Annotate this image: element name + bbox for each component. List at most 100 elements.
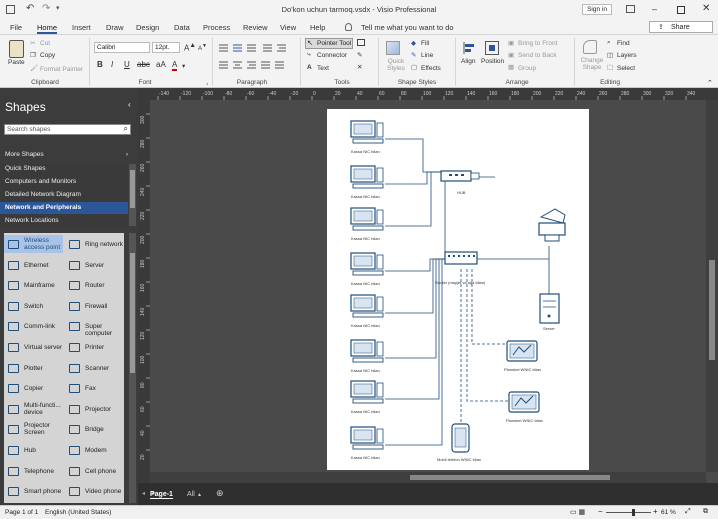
quick-styles-icon[interactable] [386, 41, 400, 55]
projector-screen-icon[interactable] [8, 425, 19, 435]
wireless-access-point-icon[interactable] [8, 240, 19, 249]
virtual-server-icon[interactable] [8, 343, 19, 352]
select-button[interactable]: Select [617, 65, 635, 72]
shape-label[interactable]: Printer [85, 344, 125, 351]
tab-review[interactable]: Review [243, 23, 268, 32]
prev-page-icon[interactable]: ◂ [142, 490, 145, 497]
plotter-icon[interactable] [8, 363, 19, 373]
language-status[interactable]: English (United States) [45, 509, 111, 516]
format-painter-button[interactable]: Format Painter [40, 66, 83, 73]
shape-label[interactable]: Router [85, 282, 125, 289]
video-phone-icon[interactable] [69, 487, 80, 497]
dropdown-icon[interactable]: ▾ [182, 62, 185, 70]
underline-icon[interactable]: U [124, 60, 130, 69]
zoom-out-icon[interactable]: − [598, 507, 603, 516]
firewall-icon[interactable] [69, 301, 80, 311]
change-shape-button[interactable]: Change Shape [579, 57, 605, 71]
align-icon[interactable] [462, 41, 476, 55]
tell-me-input[interactable]: Tell me what you want to do [361, 23, 454, 32]
stencil-network-peripherals[interactable]: Network and Peripherals [0, 202, 128, 214]
shape-label[interactable]: Plotter [24, 365, 64, 372]
bridge-icon[interactable] [69, 425, 80, 435]
shrink-font-icon[interactable]: A▼ [198, 43, 207, 52]
case-icon[interactable]: aA [156, 60, 166, 69]
shape-label[interactable]: Multi-functi... device [24, 402, 64, 416]
add-page-icon[interactable]: ⊕ [216, 488, 224, 499]
paste-icon[interactable] [9, 40, 24, 58]
hub-icon[interactable] [8, 446, 19, 455]
pointer-tool-button[interactable]: ↖ Pointer Tool [305, 38, 353, 49]
quick-styles-button[interactable]: Quick Styles [385, 58, 407, 72]
switch-icon[interactable] [8, 301, 19, 311]
tab-insert[interactable]: Insert [72, 23, 91, 32]
maximize-icon[interactable] [677, 6, 685, 14]
zoom-level[interactable]: 61 % [661, 509, 676, 516]
effects-button[interactable]: Effects [421, 65, 441, 72]
paragraph-align-icons[interactable] [217, 41, 297, 77]
cut-button[interactable]: Cut [40, 40, 50, 47]
page-tab[interactable]: Page-1 [150, 491, 173, 499]
stencil-network-locations[interactable]: Network Locations [5, 217, 58, 224]
shape-label[interactable]: Firewall [85, 303, 125, 310]
printer-icon[interactable] [69, 343, 80, 352]
send-to-back-button[interactable]: Send to Back [518, 52, 557, 59]
shape-label[interactable]: Bridge [85, 426, 125, 433]
find-button[interactable]: Find [617, 40, 630, 47]
text-tool-button[interactable]: Text [317, 65, 329, 72]
fit-page-icon[interactable]: ⤢ [685, 508, 691, 516]
font-name-select[interactable]: Calibri [94, 42, 150, 53]
mainframe-icon[interactable] [8, 281, 19, 291]
zoom-slider[interactable] [606, 509, 651, 516]
collapse-panel-icon[interactable]: ‹ [128, 100, 131, 109]
italic-icon[interactable]: I [111, 60, 113, 69]
rectangle-icon[interactable] [357, 39, 365, 46]
stencil-scrollbar[interactable] [129, 164, 136, 226]
shapes-scrollbar[interactable] [129, 233, 136, 503]
minimize-icon[interactable]: – [652, 4, 657, 14]
tab-home[interactable]: Home [37, 23, 58, 34]
line-button[interactable]: Line [421, 52, 433, 59]
shape-label[interactable]: Comm-link [24, 323, 64, 330]
ribbon-options-icon[interactable] [626, 5, 635, 13]
page-number-status[interactable]: Page 1 of 1 [5, 509, 38, 516]
sign-in-button[interactable]: Sign in [582, 4, 612, 15]
shape-label[interactable]: Video phone [85, 488, 125, 495]
tab-draw[interactable]: Draw [106, 23, 124, 32]
font-color-icon[interactable]: A [172, 60, 178, 71]
font-size-select[interactable]: 12pt. [152, 42, 180, 53]
shape-label[interactable]: Fax [85, 385, 125, 392]
grow-font-icon[interactable]: A▲ [184, 42, 196, 53]
tab-data[interactable]: Data [174, 23, 190, 32]
shape-label[interactable]: Hub [24, 447, 64, 454]
stencil-detailed-network[interactable]: Detailed Network Diagram [5, 191, 81, 198]
close-icon[interactable]: ✕ [702, 3, 710, 14]
shape-label[interactable]: Virtual server [24, 344, 64, 351]
shape-label[interactable]: Copier [24, 385, 64, 392]
change-shape-icon[interactable] [583, 40, 597, 54]
group-button[interactable]: Group [518, 65, 536, 72]
projector-icon[interactable] [69, 404, 80, 414]
search-shapes-input[interactable]: Search shapes ⌕ [4, 124, 131, 135]
copy-button[interactable]: Copy [40, 52, 55, 59]
multi-functi-device-icon[interactable] [8, 404, 19, 414]
server-icon[interactable] [69, 260, 80, 270]
stencil-quick-shapes[interactable]: Quick Shapes [5, 165, 45, 172]
position-button[interactable]: Position [481, 58, 504, 65]
tab-file[interactable]: File [10, 23, 22, 32]
tab-process[interactable]: Process [203, 23, 230, 32]
smart-phone-icon[interactable] [8, 487, 19, 497]
drawing-page[interactable]: Kassa NIC bilan Kassa NIC bilan Kassa NIC … [327, 109, 589, 470]
all-pages-dropdown-icon[interactable]: ▴ [198, 491, 201, 498]
scanner-icon[interactable] [69, 363, 80, 373]
shape-label[interactable]: Telephone [24, 468, 64, 475]
shape-label[interactable]: Cell phone [85, 468, 125, 475]
more-shapes-button[interactable]: More Shapes › [5, 151, 130, 160]
comm-link-icon[interactable] [8, 322, 19, 332]
shape-label[interactable]: Smart phone [24, 488, 64, 495]
shape-label[interactable]: Ring network [85, 241, 125, 248]
modem-icon[interactable] [69, 446, 80, 455]
connector-button[interactable]: Connector [317, 52, 347, 59]
align-button[interactable]: Align [461, 58, 475, 65]
font-dialog-icon[interactable]: ⌟ [206, 80, 208, 86]
switch-windows-icon[interactable]: ⧉ [703, 508, 708, 516]
